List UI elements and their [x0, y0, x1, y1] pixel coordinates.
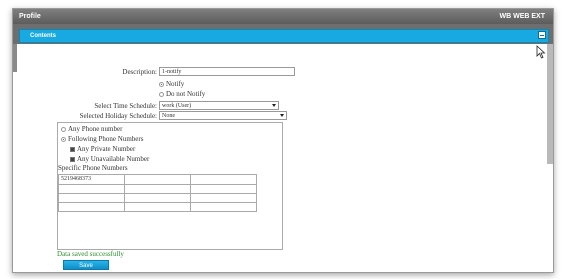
- do-not-notify-radio[interactable]: [159, 91, 164, 97]
- time-schedule-label: Select Time Schedule:: [94, 102, 157, 110]
- profile-window: Profile WB WEB EXT Contents Description:…: [12, 8, 554, 273]
- notify-radio[interactable]: [159, 81, 164, 87]
- time-schedule-value: work (User): [162, 103, 192, 109]
- phone-cell[interactable]: [190, 193, 257, 203]
- do-not-notify-option[interactable]: Do not Notify: [159, 90, 205, 98]
- following-phone-radio[interactable]: [61, 136, 66, 142]
- phone-cell[interactable]: [124, 174, 191, 185]
- phone-cell[interactable]: [190, 184, 257, 194]
- specific-phone-label: Specific Phone Numbers: [58, 164, 128, 172]
- holiday-schedule-label: Selected Holiday Schedule:: [79, 112, 157, 120]
- any-phone-label: Any Phone number: [68, 125, 123, 133]
- phone-number-grid: 5219468373: [58, 174, 257, 212]
- phone-cell[interactable]: [124, 202, 191, 212]
- table-row: [58, 202, 257, 212]
- unavailable-number-checkbox[interactable]: [70, 156, 75, 162]
- phone-cell[interactable]: [58, 202, 125, 212]
- private-number-option[interactable]: Any Private Number: [70, 145, 135, 153]
- table-row: [58, 193, 257, 203]
- any-phone-option[interactable]: Any Phone number: [61, 125, 122, 133]
- phone-cell[interactable]: [190, 174, 257, 185]
- phone-cell[interactable]: 5219468373: [58, 174, 125, 185]
- notify-label: Notify: [166, 80, 185, 88]
- window-right-label: WB WEB EXT: [499, 13, 546, 20]
- chevron-down-icon: [280, 114, 284, 117]
- notify-option[interactable]: Notify: [159, 80, 184, 88]
- phone-numbers-box: Any Phone number Following Phone Numbers…: [57, 122, 283, 250]
- following-phone-option[interactable]: Following Phone Numbers: [61, 135, 143, 143]
- chevron-down-icon: [272, 104, 276, 107]
- status-message: Data saved successfully: [57, 250, 124, 258]
- any-phone-radio[interactable]: [61, 126, 66, 132]
- description-label: Description:: [122, 68, 157, 76]
- window-titlebar: Profile WB WEB EXT: [13, 9, 553, 24]
- do-not-notify-label: Do not Notify: [166, 90, 206, 98]
- phone-cell[interactable]: [58, 184, 125, 194]
- phone-cell[interactable]: [124, 193, 191, 203]
- unavailable-number-label: Any Unavailable Number: [77, 155, 150, 163]
- section-title: Contents: [30, 33, 56, 39]
- phone-cell[interactable]: [190, 202, 257, 212]
- holiday-schedule-value: None: [162, 113, 175, 119]
- table-row: [58, 184, 257, 194]
- save-button[interactable]: Save: [63, 260, 109, 270]
- description-input[interactable]: 1-notify: [159, 67, 295, 76]
- private-number-label: Any Private Number: [77, 145, 136, 153]
- window-title: Profile: [19, 13, 41, 20]
- time-schedule-select[interactable]: work (User): [159, 101, 279, 110]
- holiday-schedule-select[interactable]: None: [159, 111, 287, 120]
- collapse-icon[interactable]: [538, 31, 546, 39]
- contents-section-header[interactable]: Contents: [19, 29, 549, 43]
- unavailable-number-option[interactable]: Any Unavailable Number: [70, 155, 149, 163]
- phone-cell[interactable]: [58, 193, 125, 203]
- phone-cell[interactable]: [124, 184, 191, 194]
- notification-form: Description: 1-notify Notify Do not Noti…: [13, 44, 553, 272]
- private-number-checkbox[interactable]: [70, 146, 75, 152]
- table-row: 5219468373: [58, 174, 257, 185]
- following-phone-label: Following Phone Numbers: [68, 135, 144, 143]
